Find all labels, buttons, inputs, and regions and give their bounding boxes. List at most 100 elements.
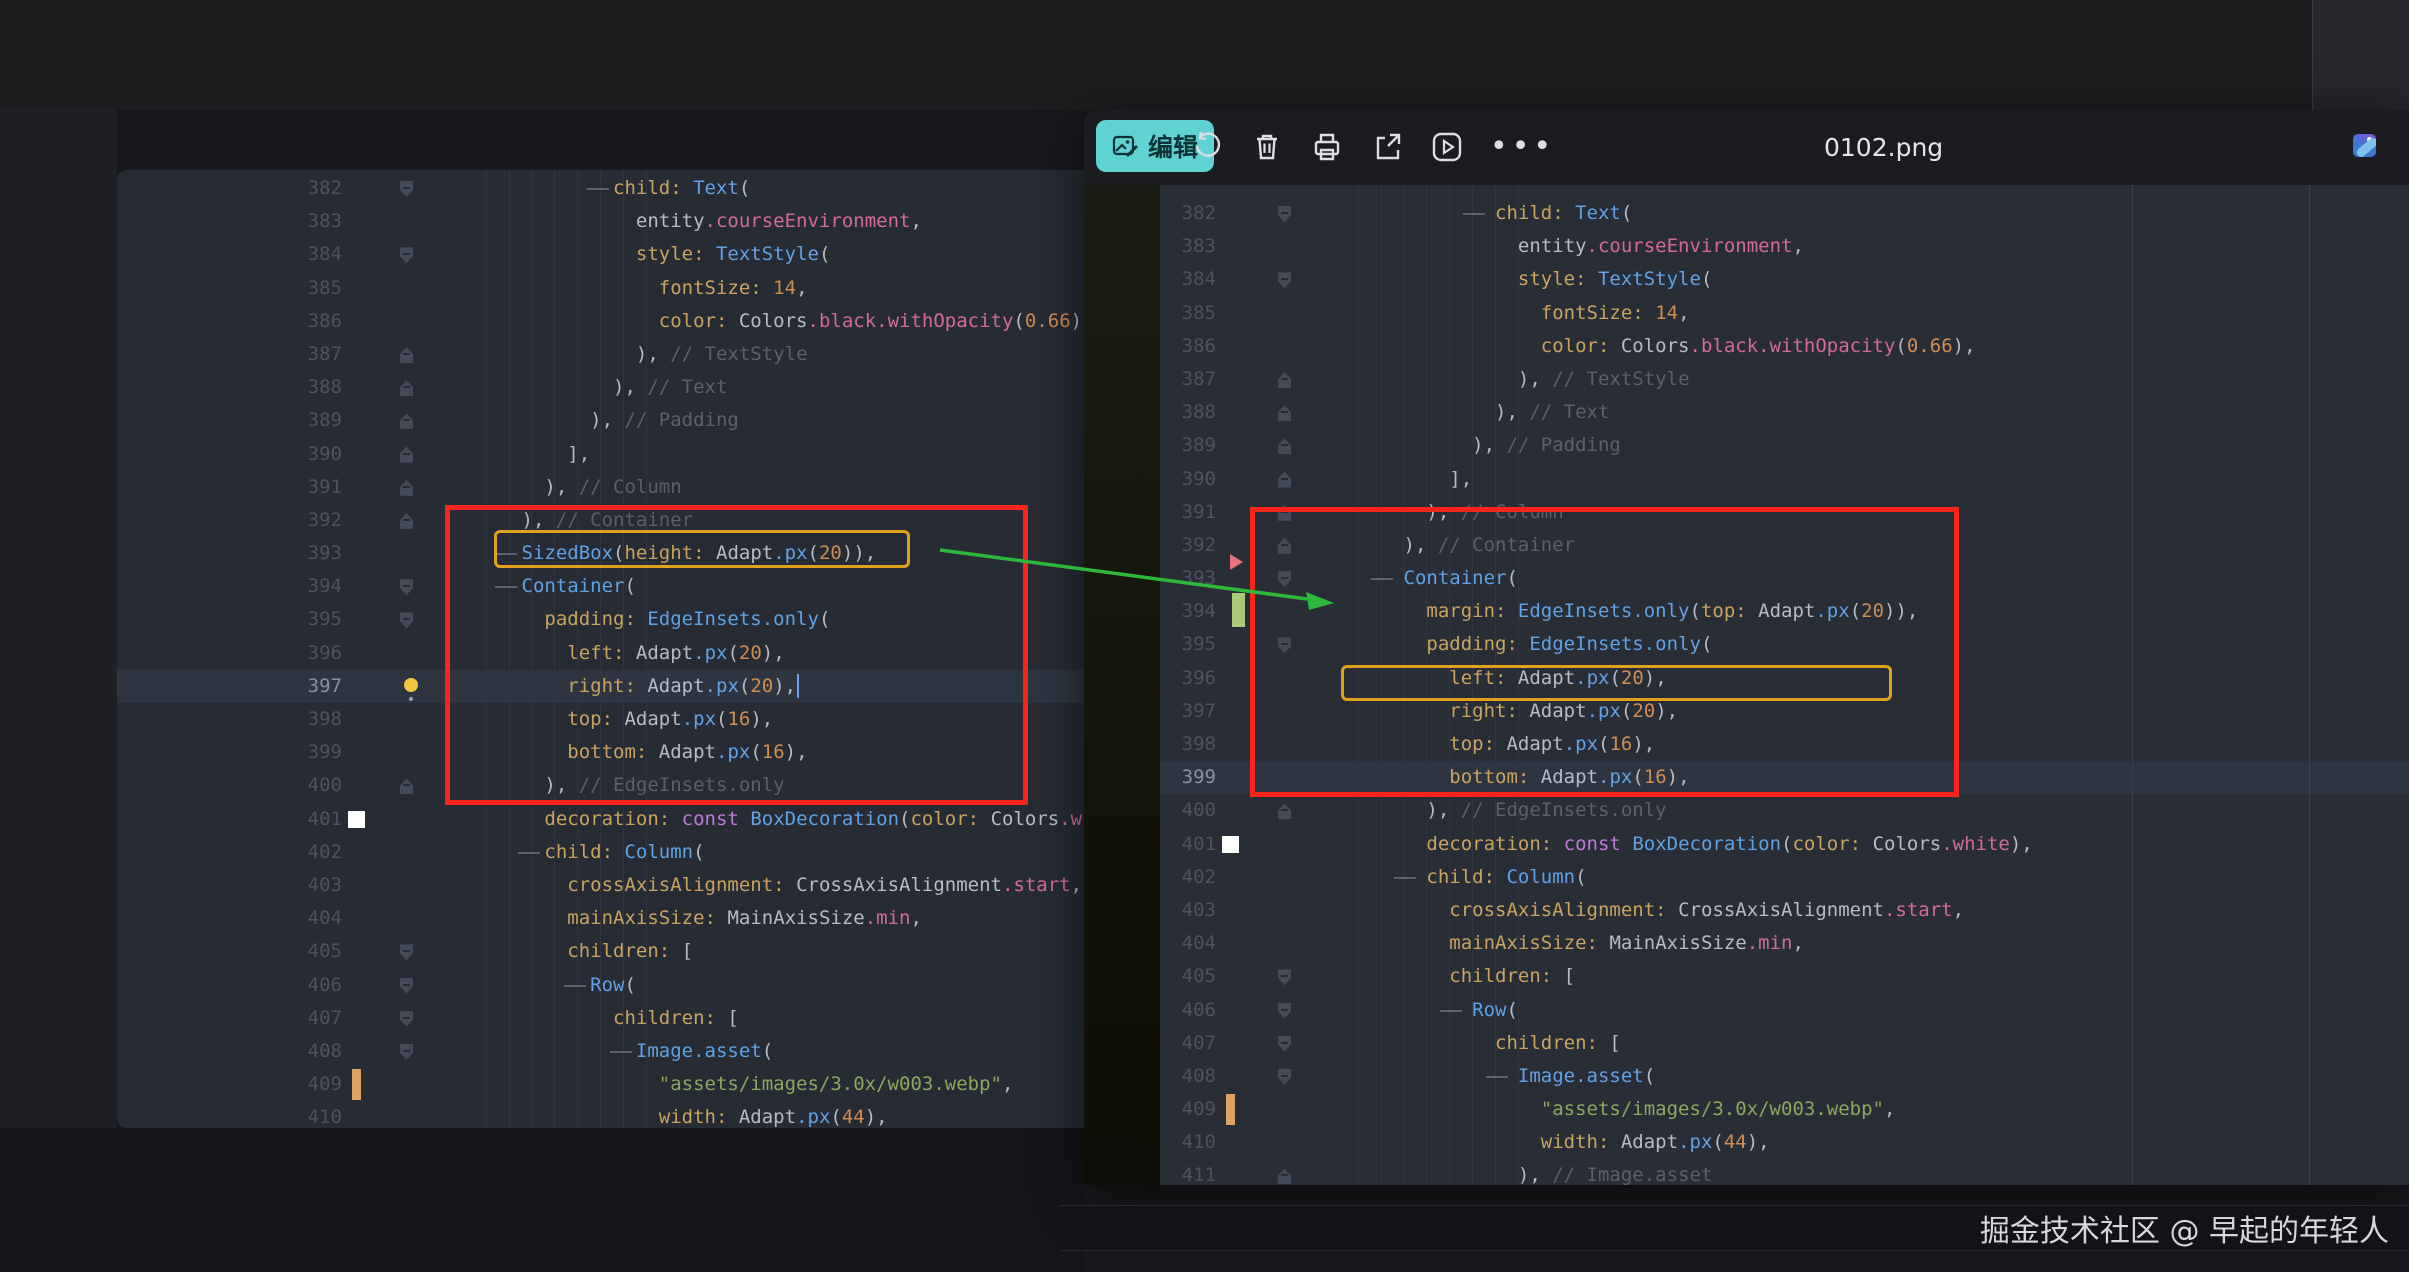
code-text[interactable]: entity.courseEnvironment,: [420, 205, 922, 238]
code-text[interactable]: child: Column(: [1296, 861, 1587, 894]
fold-slot[interactable]: [374, 404, 420, 437]
code-text[interactable]: ), // Image.asset: [1296, 1159, 1712, 1185]
code-line[interactable]: 383 entity.courseEnvironment,: [117, 205, 1084, 238]
code-line[interactable]: 408 Image.asset(: [1160, 1060, 2409, 1093]
code-line[interactable]: 387 ), // TextStyle: [117, 338, 1084, 371]
fold-slot[interactable]: [374, 1035, 420, 1068]
code-text[interactable]: crossAxisAlignment: CrossAxisAlignment.s…: [420, 869, 1082, 902]
code-text[interactable]: ), // Padding: [1296, 429, 1621, 462]
share-icon[interactable]: [1370, 130, 1404, 164]
code-line[interactable]: 401 decoration: const BoxDecoration(colo…: [1160, 828, 2409, 861]
rotate-icon[interactable]: [1190, 130, 1224, 164]
fold-slot[interactable]: [374, 172, 420, 205]
code-text[interactable]: style: TextStyle(: [1296, 263, 1712, 296]
code-line[interactable]: 385 fontSize: 14,: [117, 272, 1084, 305]
code-text[interactable]: Row(: [1296, 994, 1518, 1027]
code-line[interactable]: 405 children: [: [1160, 960, 2409, 993]
fold-slot[interactable]: [1252, 1027, 1296, 1060]
code-text[interactable]: ],: [1296, 463, 1472, 496]
fold-slot[interactable]: [1252, 1159, 1296, 1185]
fold-slot[interactable]: [374, 1002, 420, 1035]
code-line[interactable]: 409 "assets/images/3.0x/w003.webp",: [117, 1068, 1084, 1101]
code-line[interactable]: 388 ), // Text: [1160, 396, 2409, 429]
fold-slot[interactable]: [374, 769, 420, 802]
code-line[interactable]: 382 child: Text(: [117, 172, 1084, 205]
code-line[interactable]: 404 mainAxisSize: MainAxisSize.min,: [117, 902, 1084, 935]
fold-slot[interactable]: [374, 371, 420, 404]
code-text[interactable]: ],: [420, 438, 590, 471]
fold-slot[interactable]: [374, 338, 420, 371]
photos-app-icon[interactable]: [2353, 134, 2376, 157]
fold-slot[interactable]: [1252, 794, 1296, 827]
code-text[interactable]: Image.asset(: [420, 1035, 773, 1068]
code-line[interactable]: 382 child: Text(: [1160, 197, 2409, 230]
fold-slot[interactable]: [374, 438, 420, 471]
code-line[interactable]: 407 children: [: [117, 1002, 1084, 1035]
fold-slot[interactable]: [374, 935, 420, 968]
code-text[interactable]: fontSize: 14,: [1296, 297, 1690, 330]
fold-slot[interactable]: [374, 238, 420, 271]
code-text[interactable]: ), // EdgeInsets.only: [1296, 794, 1667, 827]
fold-slot[interactable]: [1252, 363, 1296, 396]
fold-slot[interactable]: [374, 471, 420, 504]
fold-slot[interactable]: [1252, 396, 1296, 429]
code-line[interactable]: 387 ), // TextStyle: [1160, 363, 2409, 396]
code-line[interactable]: 384 style: TextStyle(: [117, 238, 1084, 271]
code-text[interactable]: mainAxisSize: MainAxisSize.min,: [1296, 927, 1804, 960]
code-line[interactable]: 409 "assets/images/3.0x/w003.webp",: [1160, 1093, 2409, 1126]
code-text[interactable]: Row(: [420, 969, 636, 1002]
code-text[interactable]: ), // Column: [420, 471, 682, 504]
code-line[interactable]: 403 crossAxisAlignment: CrossAxisAlignme…: [1160, 894, 2409, 927]
fold-slot[interactable]: [1252, 463, 1296, 496]
code-text[interactable]: fontSize: 14,: [420, 272, 808, 305]
code-line[interactable]: 389 ), // Padding: [117, 404, 1084, 437]
code-text[interactable]: color: Colors.black.withOpacity(0.66),: [1296, 330, 1976, 363]
code-text[interactable]: ), // TextStyle: [420, 338, 808, 371]
code-text[interactable]: crossAxisAlignment: CrossAxisAlignment.s…: [1296, 894, 1964, 927]
code-line[interactable]: 406 Row(: [117, 969, 1084, 1002]
code-line[interactable]: 403 crossAxisAlignment: CrossAxisAlignme…: [117, 869, 1084, 902]
code-line[interactable]: 386 color: Colors.black.withOpacity(0.66…: [117, 305, 1084, 338]
code-line[interactable]: 391 ), // Column: [117, 471, 1084, 504]
code-line[interactable]: 400 ), // EdgeInsets.only: [1160, 794, 2409, 827]
code-line[interactable]: 385 fontSize: 14,: [1160, 297, 2409, 330]
fold-slot[interactable]: [1252, 994, 1296, 1027]
code-line[interactable]: 402 child: Column(: [117, 836, 1084, 869]
code-text[interactable]: style: TextStyle(: [420, 238, 830, 271]
fold-slot[interactable]: [1252, 960, 1296, 993]
code-text[interactable]: ), // TextStyle: [1296, 363, 1690, 396]
code-text[interactable]: width: Adapt.px(44),: [420, 1101, 888, 1128]
code-text[interactable]: "assets/images/3.0x/w003.webp",: [420, 1068, 1013, 1101]
code-text[interactable]: child: Text(: [1296, 197, 1632, 230]
print-icon[interactable]: [1310, 130, 1344, 164]
code-text[interactable]: children: [: [1296, 960, 1575, 993]
code-text[interactable]: ), // Text: [1296, 396, 1609, 429]
fold-slot[interactable]: [1252, 429, 1296, 462]
code-text[interactable]: ), // Padding: [420, 404, 739, 437]
fold-slot[interactable]: [1252, 197, 1296, 230]
fold-slot[interactable]: [1252, 263, 1296, 296]
fold-slot[interactable]: [374, 969, 420, 1002]
code-text[interactable]: children: [: [420, 1002, 739, 1035]
fold-slot[interactable]: [1252, 1060, 1296, 1093]
fold-slot[interactable]: [374, 603, 420, 636]
code-text[interactable]: entity.courseEnvironment,: [1296, 230, 1804, 263]
code-line[interactable]: 390 ],: [117, 438, 1084, 471]
code-line[interactable]: 411 ), // Image.asset: [1160, 1159, 2409, 1185]
fold-slot[interactable]: [374, 504, 420, 537]
code-text[interactable]: color: Colors.black.withOpacity(0.66),: [420, 305, 1084, 338]
more-icon[interactable]: •••: [1490, 130, 1555, 164]
code-line[interactable]: 404 mainAxisSize: MainAxisSize.min,: [1160, 927, 2409, 960]
code-text[interactable]: Image.asset(: [1296, 1060, 1655, 1093]
fold-slot[interactable]: [374, 570, 420, 603]
code-line[interactable]: 410 width: Adapt.px(44),: [117, 1101, 1084, 1128]
code-line[interactable]: 401 decoration: const BoxDecoration(colo…: [117, 803, 1084, 836]
code-text[interactable]: "assets/images/3.0x/w003.webp",: [1296, 1093, 1895, 1126]
code-text[interactable]: width: Adapt.px(44),: [1296, 1126, 1770, 1159]
code-line[interactable]: 388 ), // Text: [117, 371, 1084, 404]
code-text[interactable]: decoration: const BoxDecoration(color: C…: [420, 803, 1084, 836]
code-line[interactable]: 408 Image.asset(: [117, 1035, 1084, 1068]
code-line[interactable]: 402 child: Column(: [1160, 861, 2409, 894]
code-text[interactable]: decoration: const BoxDecoration(color: C…: [1296, 828, 2033, 861]
code-text[interactable]: child: Text(: [420, 172, 750, 205]
